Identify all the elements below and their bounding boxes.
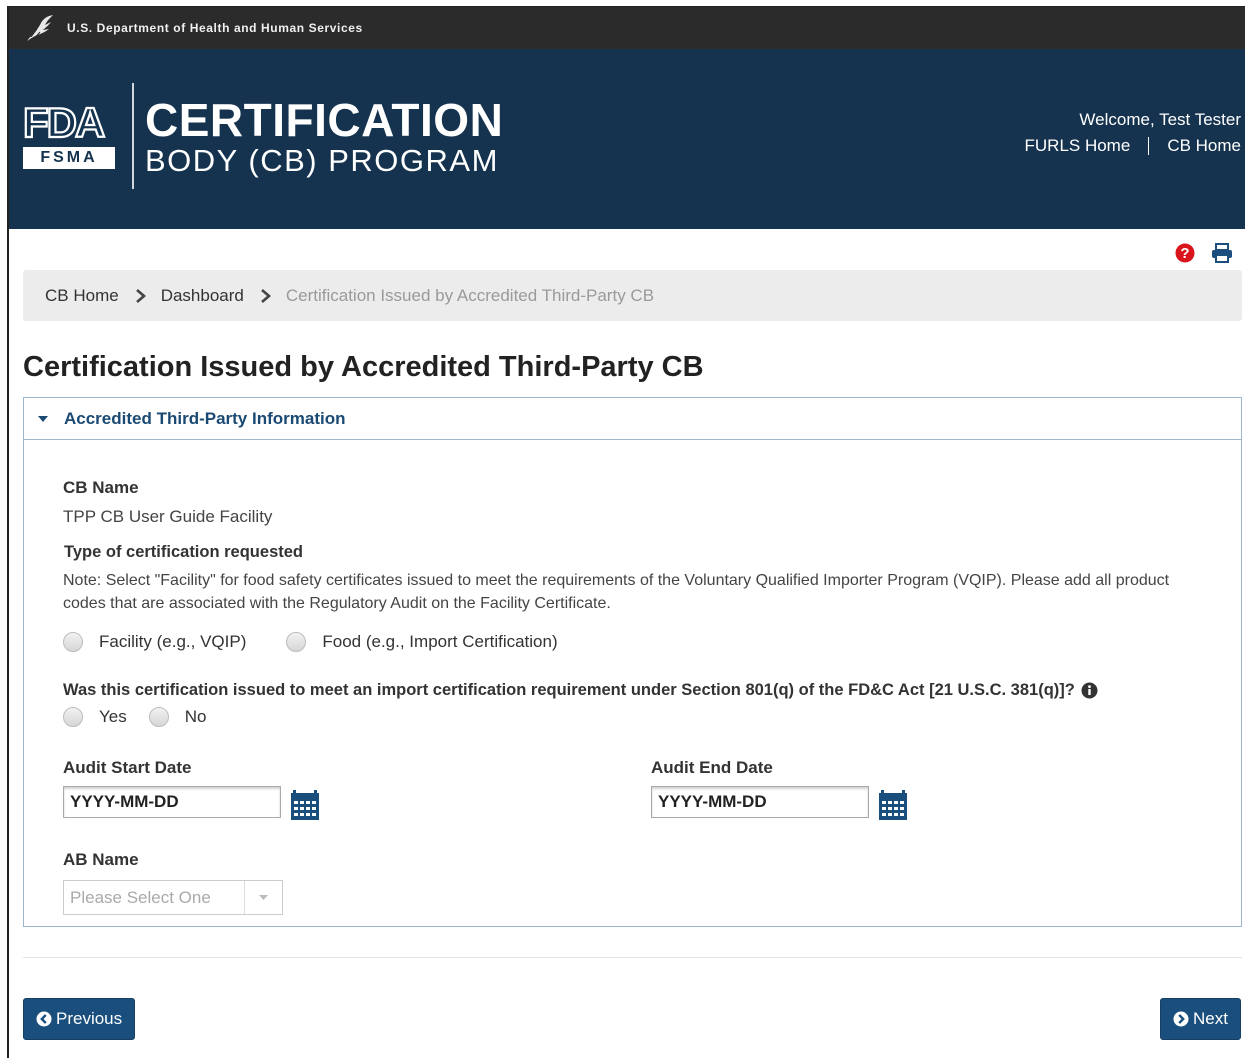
panel-header[interactable]: Accredited Third-Party Information	[24, 398, 1241, 440]
fsma-label: FSMA	[23, 147, 115, 169]
radio-food-label: Food (e.g., Import Certification)	[322, 632, 558, 651]
previous-button[interactable]: Previous	[23, 998, 136, 1040]
hhs-eagle-icon	[27, 15, 53, 41]
chevron-circle-right-icon	[1173, 1011, 1189, 1027]
next-button-label: Next	[1193, 1009, 1228, 1028]
cert-type-radio-group: Facility (e.g., VQIP) Food (e.g., Import…	[63, 632, 598, 652]
import-cert-question-text: Was this certification issued to meet an…	[63, 681, 1075, 699]
radio-facility[interactable]: Facility (e.g., VQIP)	[63, 632, 246, 652]
chevron-circle-left-icon	[36, 1011, 52, 1027]
ab-name-select-value: Please Select One	[70, 887, 211, 907]
import-cert-question: Was this certification issued to meet an…	[63, 681, 1098, 700]
calendar-icon[interactable]	[290, 789, 320, 821]
radio-button[interactable]	[63, 632, 83, 652]
browser-frame: U.S. Department of Health and Human Serv…	[7, 6, 1245, 1058]
cert-type-label: Type of certification requested	[64, 543, 303, 561]
page-title: Certification Issued by Accredited Third…	[23, 351, 704, 383]
info-icon[interactable]	[1081, 682, 1098, 699]
radio-button[interactable]	[148, 707, 169, 727]
next-button[interactable]: Next	[1160, 998, 1241, 1040]
cb-name-value: TPP CB User Guide Facility	[63, 507, 273, 526]
breadcrumb-current: Certification Issued by Accredited Third…	[285, 285, 655, 305]
radio-no-label: No	[184, 707, 207, 726]
radio-no[interactable]: No	[148, 707, 207, 727]
cb-name-label: CB Name	[63, 478, 139, 497]
hhs-bar: U.S. Department of Health and Human Serv…	[9, 7, 1245, 49]
audit-start-date-input[interactable]	[63, 786, 281, 818]
nav-separator	[1148, 137, 1150, 155]
breadcrumb: CB Home Dashboard Certification Issued b…	[23, 270, 1242, 321]
audit-end-date-input[interactable]	[651, 786, 869, 818]
svg-text:?: ?	[1180, 245, 1189, 262]
cb-home-link[interactable]: CB Home	[1167, 133, 1241, 159]
caret-down-icon	[38, 415, 48, 422]
radio-button[interactable]	[63, 707, 83, 727]
program-title-line1: CERTIFICATION	[145, 94, 504, 146]
chevron-right-icon	[135, 288, 146, 303]
svg-text:FDA: FDA	[23, 103, 105, 141]
breadcrumb-cb-home[interactable]: CB Home	[45, 286, 119, 306]
program-banner: FDA FSMA CERTIFICATION BODY (CB) PROGRAM…	[9, 49, 1245, 229]
radio-food[interactable]: Food (e.g., Import Certification)	[286, 632, 558, 652]
furls-home-link[interactable]: FURLS Home	[1025, 133, 1131, 159]
previous-button-label: Previous	[56, 1009, 123, 1028]
banner-divider	[132, 83, 134, 189]
cert-type-note: Note: Select "Facility" for food safety …	[63, 572, 1170, 612]
help-icon[interactable]: ?	[1175, 243, 1195, 263]
breadcrumb-dashboard[interactable]: Dashboard	[161, 286, 244, 306]
footer-divider	[23, 957, 1242, 958]
import-cert-radio-group: Yes No	[63, 707, 246, 727]
hhs-title: U.S. Department of Health and Human Serv…	[67, 21, 363, 35]
fda-logo-icon: FDA	[23, 103, 108, 141]
radio-yes[interactable]: Yes	[63, 707, 127, 727]
chevron-down-icon	[259, 894, 268, 900]
audit-end-label: Audit End Date	[651, 758, 773, 777]
program-title-line2: BODY (CB) PROGRAM	[145, 143, 499, 178]
audit-start-label: Audit Start Date	[63, 758, 192, 777]
program-title: CERTIFICATION BODY (CB) PROGRAM	[145, 95, 503, 179]
radio-yes-label: Yes	[99, 707, 127, 726]
radio-facility-label: Facility (e.g., VQIP)	[99, 632, 247, 651]
chevron-right-icon	[261, 288, 271, 303]
third-party-info-panel: Accredited Third-Party Information CB Na…	[23, 397, 1242, 927]
welcome-text: Welcome, Test Tester	[1079, 110, 1241, 129]
page-tools: ?	[1175, 243, 1233, 263]
fda-fsma-logo: FDA FSMA	[23, 103, 115, 169]
ab-name-label: AB Name	[63, 850, 139, 869]
calendar-icon[interactable]	[878, 789, 908, 821]
print-icon[interactable]	[1211, 243, 1233, 263]
ab-name-select[interactable]: Please Select One	[63, 880, 283, 915]
radio-button[interactable]	[286, 632, 307, 652]
user-nav: Welcome, Test Tester FURLS Home CB Home	[1025, 107, 1241, 159]
panel-heading: Accredited Third-Party Information	[64, 408, 346, 428]
select-toggle[interactable]	[244, 881, 282, 914]
